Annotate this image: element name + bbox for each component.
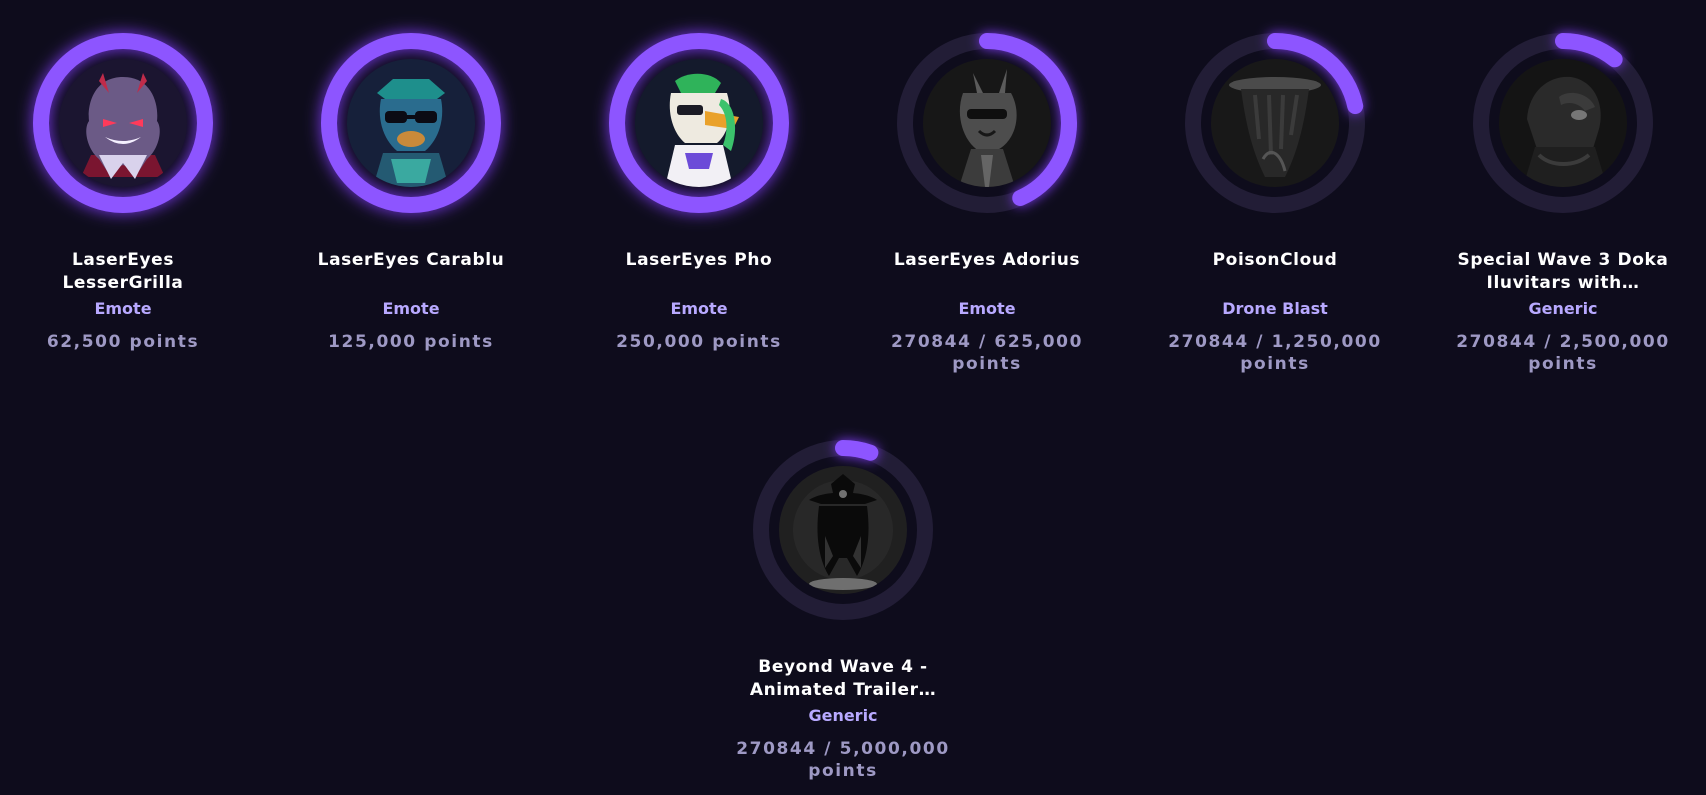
reward-type: Emote <box>670 299 728 318</box>
reward-title: LaserEyes LesserGrilla <box>62 250 184 293</box>
progress-ring <box>1471 31 1655 215</box>
reward-card[interactable]: PoisonCloud Drone Blast 270844 / 1,250,0… <box>1155 31 1395 375</box>
reward-type: Emote <box>94 299 152 318</box>
reward-title: LaserEyes Adorius <box>893 250 1081 270</box>
reward-type: Emote <box>382 299 440 318</box>
reward-card[interactable]: LaserEyes Pho Emote 250,000 points <box>579 31 819 353</box>
reward-title: Special Wave 3 Doka Iluvitars with… <box>1457 250 1669 293</box>
reward-title: Beyond Wave 4 - Animated Trailer… <box>749 657 937 700</box>
rewards-track: LaserEyes LesserGrilla Emote 62,500 poin… <box>0 0 1706 795</box>
reward-points: 270844 / 625,000 points <box>890 332 1084 374</box>
reward-title: LaserEyes Pho <box>625 250 773 270</box>
reward-points: 270844 / 2,500,000 points <box>1456 332 1670 374</box>
progress-ring <box>319 31 503 215</box>
progress-ring <box>895 31 1079 215</box>
doka-iluvitar-image <box>1499 59 1627 187</box>
reward-title: LaserEyes Carablu <box>317 250 505 270</box>
progress-ring <box>1183 31 1367 215</box>
reward-card[interactable]: Beyond Wave 4 - Animated Trailer… Generi… <box>723 438 963 782</box>
poison-cloud-image <box>1211 59 1339 187</box>
reward-points: 250,000 points <box>616 332 782 352</box>
reward-type: Generic <box>1528 299 1598 318</box>
laser-eyes-gorilla-emote-image <box>59 59 187 187</box>
progress-ring <box>31 31 215 215</box>
reward-type: Emote <box>958 299 1016 318</box>
reward-points: 62,500 points <box>46 332 200 352</box>
adorius-emote-image <box>923 59 1051 187</box>
reward-card[interactable]: LaserEyes Adorius Emote 270844 / 625,000… <box>867 31 1107 375</box>
reward-type: Drone Blast <box>1222 299 1328 318</box>
progress-ring <box>751 438 935 622</box>
progress-ring <box>607 31 791 215</box>
reward-points: 125,000 points <box>328 332 494 352</box>
animated-trailer-figure-image <box>779 466 907 594</box>
pho-duck-emote-image <box>635 59 763 187</box>
reward-card[interactable]: Special Wave 3 Doka Iluvitars with… Gene… <box>1443 31 1683 375</box>
reward-points: 270844 / 1,250,000 points <box>1168 332 1382 374</box>
carablu-emote-image <box>347 59 475 187</box>
reward-title: PoisonCloud <box>1212 250 1338 270</box>
reward-type: Generic <box>808 706 878 725</box>
reward-points: 270844 / 5,000,000 points <box>736 739 950 781</box>
reward-card[interactable]: LaserEyes LesserGrilla Emote 62,500 poin… <box>3 31 243 353</box>
reward-card[interactable]: LaserEyes Carablu Emote 125,000 points <box>291 31 531 353</box>
